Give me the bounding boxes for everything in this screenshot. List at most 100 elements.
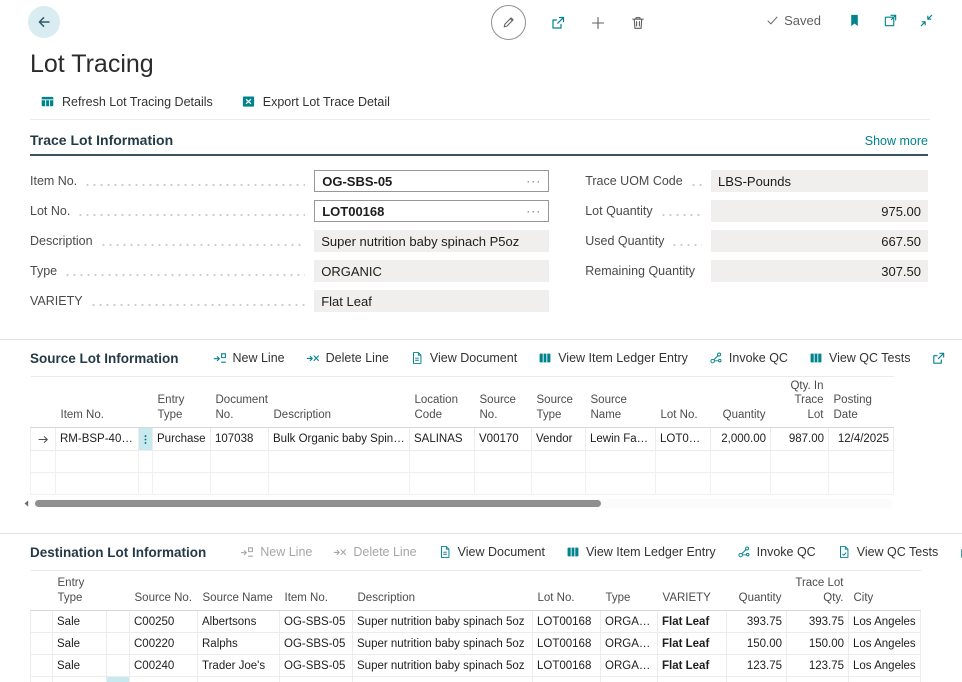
grid-cell[interactable]: OG-SBS-05 [280, 655, 353, 677]
grid-cell[interactable]: 123.75 [727, 655, 787, 677]
source-lot-section: Source Lot Information New LineDelete Li… [0, 339, 962, 509]
grid-cell[interactable]: 2,000.00 [711, 428, 771, 451]
grid-cell[interactable]: Super nutrition baby spinach 5oz [353, 655, 533, 677]
dest-view-item-ledger-entry-button[interactable]: View Item Ledger Entry [566, 545, 716, 559]
spacer-cell[interactable] [107, 655, 130, 677]
scroll-left-icon[interactable] [22, 499, 31, 508]
grid-cell[interactable]: 393.75 [727, 611, 787, 633]
grid-cell[interactable]: 393.75 [787, 611, 849, 633]
grid-cell[interactable]: Flat Leaf [658, 611, 727, 633]
row-ellipsis-button[interactable] [139, 428, 152, 450]
grid-cell[interactable]: Vendor [532, 428, 586, 451]
scrollbar-track[interactable] [32, 499, 893, 508]
column-header[interactable]: Description [353, 571, 533, 611]
export-lot-trace-detail-button[interactable]: Export Lot Trace Detail [241, 94, 390, 109]
item-no-lookup-button[interactable]: ··· [526, 175, 541, 187]
toolbar-label: Invoke QC [729, 351, 788, 365]
column-header[interactable]: Entry Type [153, 377, 211, 428]
grid-cell[interactable]: 987.00 [771, 428, 829, 451]
lot-no-input[interactable]: LOT00168··· [314, 200, 549, 222]
grid-cell[interactable]: Sale [53, 611, 107, 633]
delete-button[interactable] [630, 15, 646, 31]
grid-cell[interactable]: 12/4/2025 [829, 428, 894, 451]
grid-cell[interactable]: Los Angeles [849, 655, 921, 677]
dest-invoke-qc-button[interactable]: Invoke QC [737, 545, 816, 559]
grid-cell[interactable]: OG-SBS-05 [280, 611, 353, 633]
grid-cell[interactable]: V00170 [475, 428, 532, 451]
grid-cell[interactable]: LOT00168 [533, 655, 601, 677]
source-share-button[interactable] [931, 351, 946, 366]
column-header[interactable]: Location Code [410, 377, 475, 428]
back-button[interactable] [28, 6, 60, 38]
grid-cell[interactable]: Purchase [153, 428, 211, 451]
collapse-button[interactable] [919, 13, 934, 28]
grid-cell[interactable]: Albertsons [198, 611, 280, 633]
trash-icon [630, 15, 646, 31]
item-no-input[interactable]: OG-SBS-05··· [314, 170, 549, 192]
bookmark-button[interactable] [847, 13, 862, 28]
edit-button[interactable] [491, 5, 526, 40]
lot-quantity-label: Lot Quantity [585, 204, 652, 218]
refresh-lot-tracing-details-button[interactable]: Refresh Lot Tracing Details [40, 94, 213, 109]
column-header[interactable]: Source Type [532, 377, 586, 428]
grid-header-row: Item No. Entry TypeDocument No.Descriptio… [31, 377, 894, 428]
column-header[interactable]: Quantity [727, 571, 787, 611]
column-header[interactable]: Source Name [198, 571, 280, 611]
lot-no-lookup-button[interactable]: ··· [526, 205, 541, 217]
grid-cell[interactable]: Super nutrition baby spinach 5oz [353, 611, 533, 633]
column-header[interactable]: VARIETY [658, 571, 727, 611]
grid-cell[interactable]: Flat Leaf [658, 655, 727, 677]
column-header[interactable]: Document No. [211, 377, 269, 428]
grid-cell[interactable]: RM-BSP-40LB [56, 428, 139, 451]
add-button[interactable] [590, 15, 606, 31]
source-toolbar: New Line Delete Line View Document View Ite… [213, 351, 932, 365]
scrollbar-thumb[interactable] [35, 500, 601, 507]
column-header[interactable]: Posting Date [829, 377, 894, 428]
column-header[interactable]: Source No. [130, 571, 198, 611]
grid-cell[interactable]: ORGANIC [601, 611, 658, 633]
open-in-new-window-button[interactable] [883, 13, 898, 28]
grid-cell[interactable]: ORGANIC [601, 655, 658, 677]
column-header[interactable]: Quantity [711, 377, 771, 428]
row-selector-cell[interactable] [31, 611, 53, 633]
column-header[interactable]: Lot No. [533, 571, 601, 611]
dest-view-qc-tests-button[interactable]: View QC Tests [837, 545, 939, 559]
empty-cell [211, 473, 269, 495]
column-header[interactable]: Trace Lot Qty. [787, 571, 849, 611]
source-view-document-button[interactable]: View Document [410, 351, 517, 365]
show-more-link[interactable]: Show more [865, 134, 928, 148]
column-header[interactable]: Entry Type [53, 571, 107, 611]
grid-cell[interactable]: Bulk Organic baby Spinach l... [269, 428, 410, 451]
column-header[interactable]: Qty. In Trace Lot [771, 377, 829, 428]
grid-cell[interactable]: LOT00168 [533, 611, 601, 633]
grid-cell[interactable]: 123.75 [787, 655, 849, 677]
grid-cell[interactable]: Trader Joe's [198, 655, 280, 677]
row-selector-cell[interactable] [31, 655, 53, 677]
column-header[interactable]: Description [269, 377, 410, 428]
trace-fields-right-column: Trace UOM CodeLBS-PoundsLot Quantity975.… [585, 170, 928, 312]
column-header[interactable]: City [849, 571, 921, 611]
column-header[interactable]: Lot No. [656, 377, 711, 428]
dest-view-document-button[interactable]: View Document [438, 545, 545, 559]
grid-cell[interactable]: 107038 [211, 428, 269, 451]
trace-section-header: Trace Lot Information Show more [30, 132, 928, 156]
source-delete-line-button[interactable]: Delete Line [306, 351, 389, 365]
spacer-cell[interactable] [107, 611, 130, 633]
grid-cell[interactable]: Lewin Farms [586, 428, 656, 451]
source-invoke-qc-button[interactable]: Invoke QC [709, 351, 788, 365]
column-header[interactable]: Type [601, 571, 658, 611]
column-header[interactable]: Source Name [586, 377, 656, 428]
grid-cell[interactable]: Los Angeles [849, 611, 921, 633]
column-header[interactable]: Item No. [280, 571, 353, 611]
source-view-item-ledger-entry-button[interactable]: View Item Ledger Entry [538, 351, 688, 365]
source-view-qc-tests-button[interactable]: View QC Tests [809, 351, 911, 365]
source-new-line-button[interactable]: New Line [213, 351, 285, 365]
column-header[interactable]: Source No. [475, 377, 532, 428]
column-header[interactable]: Item No. [56, 377, 139, 428]
grid-cell[interactable]: SALINAS [410, 428, 475, 451]
grid-cell[interactable]: C00250 [130, 611, 198, 633]
grid-cell[interactable]: LOT00167 [656, 428, 711, 451]
grid-cell[interactable]: C00240 [130, 655, 198, 677]
grid-cell[interactable]: Sale [53, 655, 107, 677]
share-button[interactable] [550, 15, 566, 31]
